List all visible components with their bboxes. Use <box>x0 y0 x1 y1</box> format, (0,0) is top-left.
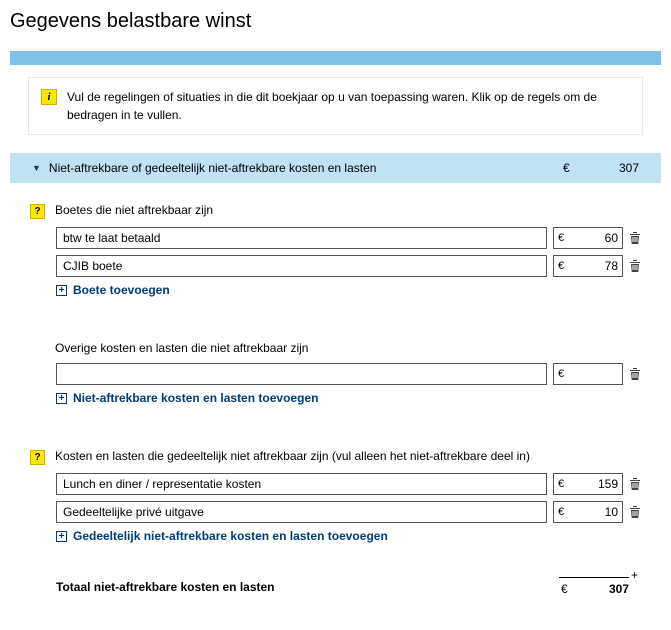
table-row: € <box>28 473 643 495</box>
table-row: € <box>28 255 643 277</box>
total-amount: 307 <box>609 582 629 596</box>
section-title-gedeeltelijk: Kosten en lasten die gedeeltelijk niet a… <box>55 449 643 463</box>
description-input[interactable] <box>56 363 547 385</box>
delete-button[interactable] <box>629 259 643 273</box>
amount-field: € <box>553 227 623 249</box>
amount-field: € <box>553 501 623 523</box>
section-title-overige: Overige kosten en lasten die niet aftrek… <box>55 341 643 355</box>
table-row: € <box>28 363 643 385</box>
amount-input[interactable] <box>554 502 622 522</box>
section-overige: Overige kosten en lasten die niet aftrek… <box>28 341 643 405</box>
help-icon[interactable]: ? <box>30 204 45 219</box>
amount-field: € <box>553 363 623 385</box>
info-icon: i <box>41 89 57 105</box>
accordion-header[interactable]: ▼ Niet-aftrekbare of gedeeltelijk niet-a… <box>10 153 661 183</box>
plus-icon: + <box>56 393 67 404</box>
delete-button[interactable] <box>629 477 643 491</box>
delete-button[interactable] <box>629 367 643 381</box>
page-title: Gegevens belastbare winst <box>10 10 661 33</box>
amount-input[interactable] <box>554 364 622 384</box>
plus-indicator: + <box>631 568 638 582</box>
table-row: € <box>28 227 643 249</box>
trash-icon <box>629 505 641 519</box>
help-icon[interactable]: ? <box>30 450 45 465</box>
add-gedeeltelijk-button[interactable]: + Gedeeltelijk niet-aftrekbare kosten en… <box>28 529 643 543</box>
table-row: € <box>28 501 643 523</box>
amount-input[interactable] <box>554 256 622 276</box>
description-input[interactable] <box>56 501 547 523</box>
description-input[interactable] <box>56 473 547 495</box>
amount-field: € <box>553 255 623 277</box>
section-gedeeltelijk: ? Kosten en lasten die gedeeltelijk niet… <box>28 449 643 543</box>
total-label: Totaal niet-aftrekbare kosten en lasten <box>56 580 559 594</box>
description-input[interactable] <box>56 227 547 249</box>
trash-icon <box>629 231 641 245</box>
total-amount-cell: + € 307 <box>559 577 629 596</box>
info-text: Vul de regelingen of situaties in die di… <box>67 88 630 124</box>
plus-icon: + <box>56 285 67 296</box>
delete-button[interactable] <box>629 231 643 245</box>
amount-input[interactable] <box>554 474 622 494</box>
amount-input[interactable] <box>554 228 622 248</box>
add-boete-button[interactable]: + Boete toevoegen <box>28 283 643 297</box>
accordion-title: Niet-aftrekbare of gedeeltelijk niet-aft… <box>49 161 555 175</box>
plus-icon: + <box>56 531 67 542</box>
chevron-down-icon: ▼ <box>32 163 41 173</box>
add-label: Niet-aftrekbare kosten en lasten toevoeg… <box>73 391 318 405</box>
top-blue-bar <box>10 51 661 65</box>
add-label: Boete toevoegen <box>73 283 170 297</box>
trash-icon <box>629 259 641 273</box>
info-box: i Vul de regelingen of situaties in die … <box>28 77 643 135</box>
delete-button[interactable] <box>629 505 643 519</box>
trash-icon <box>629 367 641 381</box>
description-input[interactable] <box>56 255 547 277</box>
total-currency: € <box>559 582 568 596</box>
trash-icon <box>629 477 641 491</box>
add-label: Gedeeltelijk niet-aftrekbare kosten en l… <box>73 529 388 543</box>
amount-field: € <box>553 473 623 495</box>
accordion-currency: € <box>563 161 581 175</box>
section-boetes: ? Boetes die niet aftrekbaar zijn € € <box>28 203 643 297</box>
total-row: Totaal niet-aftrekbare kosten en lasten … <box>28 577 643 596</box>
accordion-amount: 307 <box>589 161 639 175</box>
section-title-boetes: Boetes die niet aftrekbaar zijn <box>55 203 643 217</box>
add-overige-button[interactable]: + Niet-aftrekbare kosten en lasten toevo… <box>28 391 643 405</box>
